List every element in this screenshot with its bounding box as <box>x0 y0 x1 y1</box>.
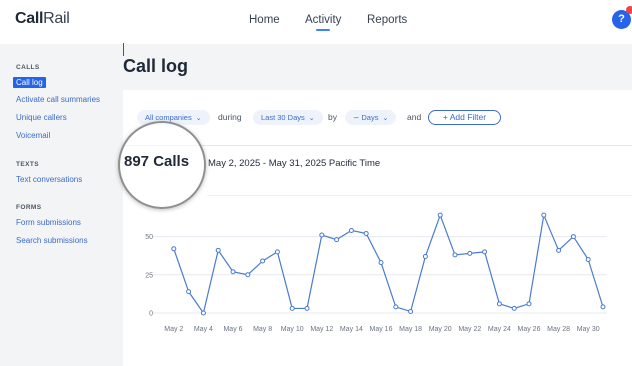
data-point[interactable] <box>408 308 414 314</box>
data-point[interactable] <box>541 212 547 218</box>
sidebar-item-text-conversations[interactable]: Text conversations <box>16 175 82 184</box>
data-point[interactable] <box>334 237 340 243</box>
data-point[interactable] <box>378 260 384 266</box>
data-point[interactable] <box>260 258 266 264</box>
data-point[interactable] <box>319 232 325 238</box>
x-tick-label: May 2 <box>164 326 183 333</box>
x-tick-label: May 24 <box>488 326 511 333</box>
sidebar-item-search-submissions[interactable]: Search submissions <box>16 236 88 245</box>
data-point[interactable] <box>274 249 280 255</box>
data-point[interactable] <box>452 252 458 258</box>
data-point[interactable] <box>600 304 606 310</box>
y-tick-label: 50 <box>145 234 153 241</box>
x-tick-label: May 10 <box>281 326 304 333</box>
x-tick-label: May 8 <box>253 326 272 333</box>
sidebar-item-form-submissions[interactable]: Form submissions <box>16 218 81 227</box>
data-point[interactable] <box>393 304 399 310</box>
sidebar: CALLS Call log Activate call summaries U… <box>0 44 108 366</box>
data-point[interactable] <box>215 247 221 253</box>
x-tick-label: May 22 <box>458 326 481 333</box>
top-navigation-bar: CallRail Home Activity Reports ? <box>0 0 632 44</box>
data-point[interactable] <box>437 212 443 218</box>
data-point[interactable] <box>556 247 562 253</box>
x-tick-label: May 16 <box>370 326 393 333</box>
x-tick-label: May 6 <box>223 326 242 333</box>
sidebar-section-forms: FORMS <box>16 204 42 211</box>
x-tick-label: May 14 <box>340 326 363 333</box>
data-point[interactable] <box>200 310 206 316</box>
data-point[interactable] <box>422 253 428 259</box>
data-point[interactable] <box>467 250 473 256</box>
x-tick-label: May 12 <box>310 326 333 333</box>
data-point[interactable] <box>511 305 517 311</box>
sidebar-item-activate-call-summaries[interactable]: Activate call summaries <box>16 95 100 104</box>
data-point[interactable] <box>171 246 177 252</box>
data-point[interactable] <box>245 272 251 278</box>
x-tick-label: May 18 <box>399 326 422 333</box>
call-log-card: All companies ⌄ during Last 30 Days ⌄ by ∽… <box>118 90 632 366</box>
x-tick-label: May 26 <box>518 326 541 333</box>
text-cursor <box>123 43 124 56</box>
x-tick-label: May 4 <box>194 326 213 333</box>
x-tick-label: May 30 <box>577 326 600 333</box>
notification-badge <box>626 6 632 14</box>
sidebar-section-calls: CALLS <box>16 64 40 71</box>
data-point[interactable] <box>304 305 310 311</box>
data-point[interactable] <box>363 231 369 237</box>
page-title: Call log <box>123 56 189 76</box>
calls-line-chart: 0 25 50 May 2 May 4 May 6 May 8 May 10 May 12 May… <box>145 212 607 333</box>
x-tick-label: May 20 <box>429 326 452 333</box>
data-point[interactable] <box>570 234 576 240</box>
y-tick-label: 25 <box>145 272 153 279</box>
data-point[interactable] <box>496 301 502 307</box>
data-point[interactable] <box>289 305 295 311</box>
x-tick-label: May 28 <box>547 326 570 333</box>
sidebar-section-texts: TEXTS <box>16 161 39 168</box>
data-point[interactable] <box>585 257 591 262</box>
data-point[interactable] <box>482 249 488 255</box>
data-point[interactable] <box>186 289 192 295</box>
y-tick-label: 0 <box>149 311 153 318</box>
callrail-logo[interactable]: CallRail <box>15 10 70 28</box>
sidebar-item-call-log[interactable]: Call log <box>13 77 46 88</box>
sidebar-item-unique-callers[interactable]: Unique callers <box>16 113 67 122</box>
nav-activity[interactable]: Activity <box>305 14 341 31</box>
sidebar-item-voicemail[interactable]: Voicemail <box>16 131 50 140</box>
nav-reports[interactable]: Reports <box>367 14 407 26</box>
data-point[interactable] <box>230 269 236 275</box>
calls-count: 897 Calls <box>124 153 190 170</box>
data-point[interactable] <box>526 301 532 307</box>
nav-home[interactable]: Home <box>249 14 280 26</box>
data-point[interactable] <box>348 227 354 233</box>
series-line <box>173 214 604 314</box>
